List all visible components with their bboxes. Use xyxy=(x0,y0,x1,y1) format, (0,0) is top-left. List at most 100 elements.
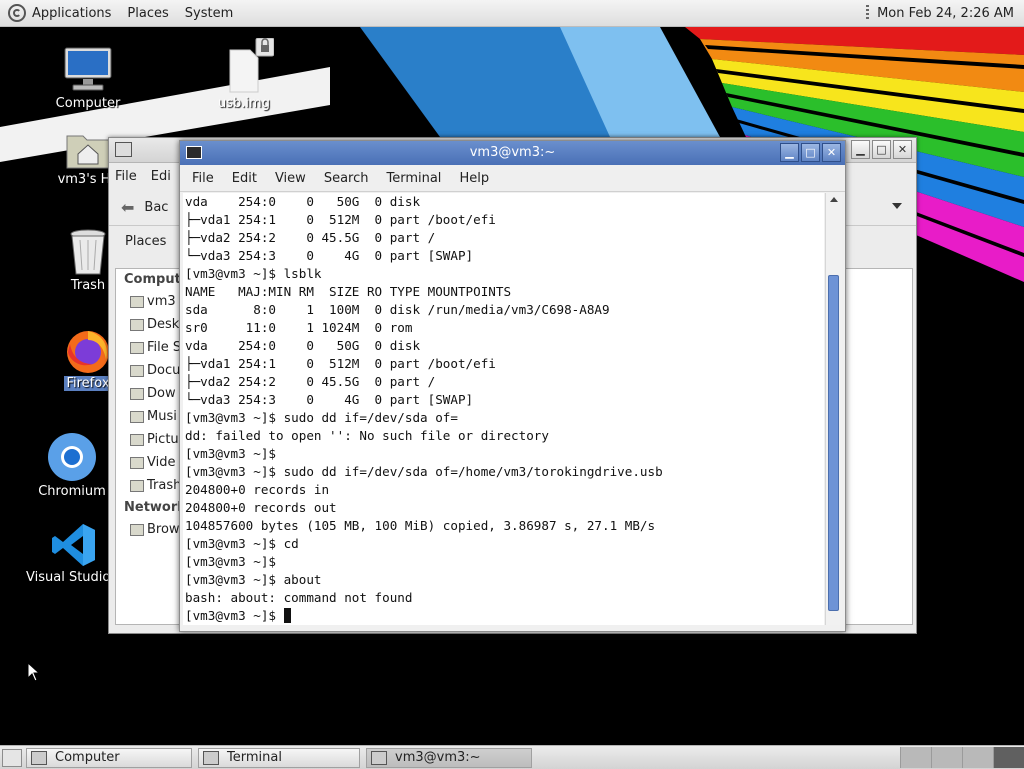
clock[interactable]: Mon Feb 24, 2:26 AM xyxy=(877,6,1014,21)
minimize-button[interactable]: ▁ xyxy=(851,140,870,159)
desktop-icon-label: Computer xyxy=(55,96,121,111)
terminal-line: 204800+0 records out xyxy=(185,500,337,515)
terminal-scrollbar[interactable] xyxy=(825,193,842,625)
panel-grip-icon xyxy=(866,5,870,21)
terminal-line: ├─vda2 254:2 0 45.5G 0 part / xyxy=(185,230,436,245)
taskbar-item-terminal[interactable]: Terminal xyxy=(198,747,360,768)
desktop-icon-label: Trash xyxy=(70,278,106,293)
places-menu[interactable]: Places xyxy=(119,0,176,26)
terminal-window-icon xyxy=(186,146,202,159)
terminal-line: [vm3@vm3 ~]$ xyxy=(185,554,276,569)
bottom-taskbar: Computer Terminal vm3@vm3:~ xyxy=(0,745,1024,769)
terminal-line: [vm3@vm3 ~]$ lsblk xyxy=(185,266,322,281)
terminal-prompt-line[interactable]: [vm3@vm3 ~]$ xyxy=(183,607,824,625)
terminal-menubar: File Edit View Search Terminal Help xyxy=(180,165,845,192)
terminal-line: sda 8:0 1 100M 0 disk /run/media/vm3/C69… xyxy=(185,302,610,317)
close-button[interactable]: ✕ xyxy=(893,140,912,159)
menu-edit[interactable]: Edit xyxy=(232,171,257,186)
terminal-titlebar[interactable]: vm3@vm3:~ ▁ □ ✕ xyxy=(180,141,845,165)
drive-icon xyxy=(130,341,144,354)
sidebar-item-label: Musi xyxy=(147,409,177,424)
back-button[interactable]: Bac xyxy=(144,200,168,215)
folder-icon xyxy=(130,387,144,400)
sidebar-item-label: vm3 xyxy=(147,294,176,309)
file-icon xyxy=(229,38,274,93)
workspace-2[interactable] xyxy=(931,747,962,768)
system-menu[interactable]: System xyxy=(177,0,241,26)
terminal-line: vda 254:0 0 50G 0 disk xyxy=(185,338,421,353)
taskbar-item-vm3-terminal[interactable]: vm3@vm3:~ xyxy=(366,747,532,768)
desktop-icon-computer[interactable]: Computer xyxy=(38,46,138,111)
terminal-line: ├─vda2 254:2 0 45.5G 0 part / xyxy=(185,374,436,389)
home-folder-icon xyxy=(66,135,110,169)
workspace-4[interactable] xyxy=(993,747,1024,768)
terminal-line: ├─vda1 254:1 0 512M 0 part /boot/efi xyxy=(185,356,496,371)
sidebar-item-label: Vide xyxy=(147,455,176,470)
network-icon xyxy=(130,523,144,536)
desktop-icon-usb-img[interactable]: usb.img xyxy=(194,38,294,111)
firefox-icon xyxy=(67,331,109,373)
computer-icon xyxy=(64,47,112,91)
sidebar-item-label: Brow xyxy=(147,522,180,537)
terminal-line: [vm3@vm3 ~]$ sudo dd if=/dev/sda of=/hom… xyxy=(185,464,663,479)
menu-view[interactable]: View xyxy=(275,171,306,186)
terminal-line: └─vda3 254:3 0 4G 0 part [SWAP] xyxy=(185,392,474,407)
desktop-icon-chromium[interactable]: Chromium xyxy=(22,432,122,499)
sidebar-item-label: Dow xyxy=(147,386,176,401)
places-label: Places xyxy=(125,233,167,249)
text-cursor xyxy=(283,608,291,623)
scroll-up-arrow-icon[interactable] xyxy=(830,197,838,202)
menu-terminal[interactable]: Terminal xyxy=(386,171,441,186)
sidebar-item-label: Desk xyxy=(147,317,180,332)
folder-icon xyxy=(130,433,144,446)
desktop-icon-label: Firefox xyxy=(64,376,112,391)
taskbar-item-computer[interactable]: Computer xyxy=(26,747,192,768)
terminal-window[interactable]: vm3@vm3:~ ▁ □ ✕ File Edit View Search Te… xyxy=(179,140,846,632)
terminal-prompt: [vm3@vm3 ~]$ xyxy=(185,608,284,623)
terminal-window-icon xyxy=(371,750,387,765)
menu-search[interactable]: Search xyxy=(324,171,369,186)
terminal-line: bash: about: command not found xyxy=(185,590,413,605)
show-desktop-button[interactable] xyxy=(2,748,22,767)
trash-icon xyxy=(130,479,144,492)
computer-window-icon xyxy=(31,750,47,765)
close-button[interactable]: ✕ xyxy=(822,143,841,162)
chromium-icon xyxy=(48,433,96,481)
workspace-3[interactable] xyxy=(962,747,993,768)
terminal-line: ├─vda1 254:1 0 512M 0 part /boot/efi xyxy=(185,212,496,227)
terminal-line: [vm3@vm3 ~]$ about xyxy=(185,572,322,587)
computer-window-icon xyxy=(115,142,132,157)
folder-icon xyxy=(130,456,144,469)
folder-icon xyxy=(130,410,144,423)
sidebar-item-label: Docu xyxy=(147,363,181,378)
terminal-output[interactable]: vda 254:0 0 50G 0 disk ├─vda1 254:1 0 51… xyxy=(183,193,824,625)
menu-edit[interactable]: Edi xyxy=(151,169,171,184)
minimize-button[interactable]: ▁ xyxy=(780,143,799,162)
mouse-pointer-icon xyxy=(27,662,39,682)
terminal-line: [vm3@vm3 ~]$ cd xyxy=(185,536,299,551)
terminal-window-icon xyxy=(203,750,219,765)
folder-icon xyxy=(130,318,144,331)
maximize-button[interactable]: □ xyxy=(801,143,820,162)
sidebar-item-label: File S xyxy=(147,340,182,355)
folder-icon xyxy=(130,364,144,377)
chevron-down-icon[interactable] xyxy=(892,203,902,209)
desktop-icon-label: Chromium xyxy=(38,484,106,499)
terminal-line: └─vda3 254:3 0 4G 0 part [SWAP] xyxy=(185,248,474,263)
terminal-title: vm3@vm3:~ xyxy=(469,145,556,160)
menu-file[interactable]: File xyxy=(192,171,214,186)
terminal-line: sr0 11:0 1 1024M 0 rom xyxy=(185,320,413,335)
applications-menu[interactable]: Applications xyxy=(0,0,119,26)
terminal-line: vda 254:0 0 50G 0 disk xyxy=(185,194,421,209)
top-panel: Applications Places System Mon Feb 24, 2… xyxy=(0,0,1024,27)
menu-file[interactable]: File xyxy=(115,169,137,184)
maximize-button[interactable]: □ xyxy=(872,140,891,159)
desktop-icon-label: usb.img xyxy=(218,96,270,111)
scrollbar-thumb[interactable] xyxy=(828,275,839,611)
menu-help[interactable]: Help xyxy=(459,171,489,186)
terminal-line: 204800+0 records in xyxy=(185,482,330,497)
taskbar-item-label: Terminal xyxy=(227,750,282,765)
system-menu-label: System xyxy=(184,5,234,21)
workspace-1[interactable] xyxy=(900,747,931,768)
places-menu-label: Places xyxy=(127,5,169,21)
